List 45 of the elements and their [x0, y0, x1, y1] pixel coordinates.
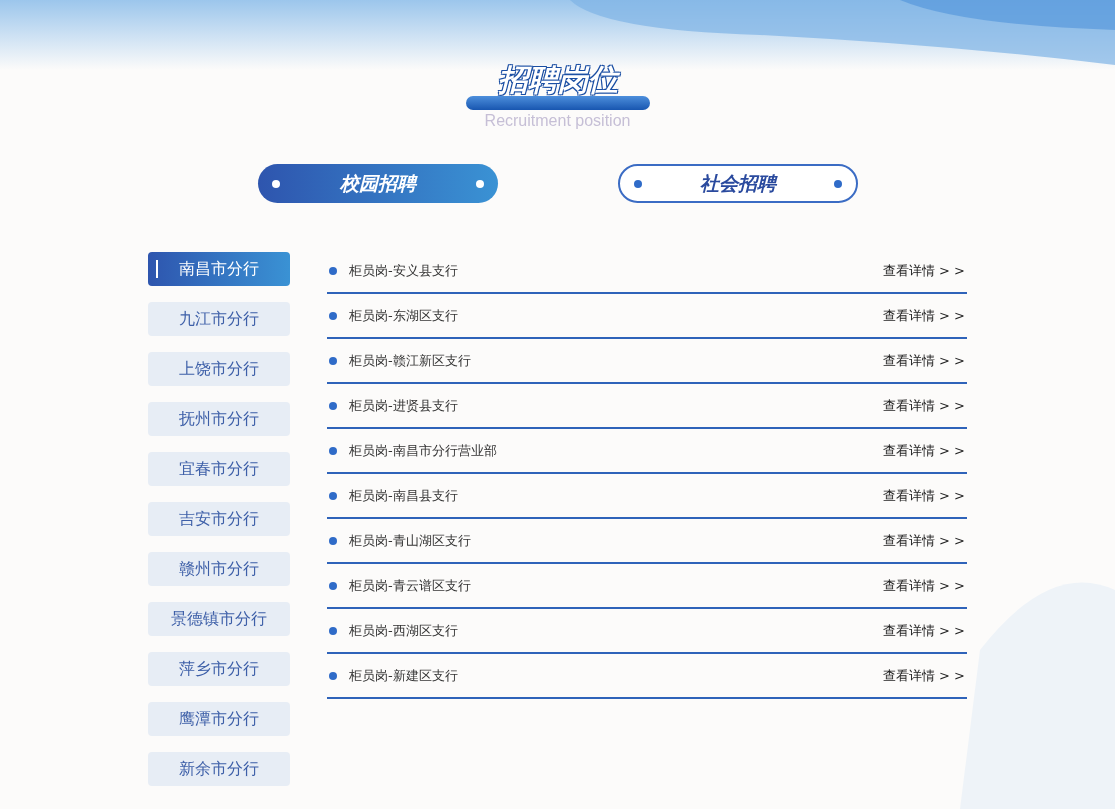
bullet-icon	[329, 356, 337, 365]
job-title: 柜员岗-青山湖区支行	[349, 531, 472, 550]
bullet-icon	[329, 581, 337, 590]
branch-tab[interactable]: 吉安市分行	[148, 502, 290, 536]
bullet-icon	[329, 626, 337, 635]
branch-tab[interactable]: 景德镇市分行	[148, 602, 290, 636]
job-title: 柜员岗-进贤县支行	[349, 396, 459, 415]
branch-tab[interactable]: 赣州市分行	[148, 552, 290, 586]
details-link[interactable]: 查看详情 > >	[882, 396, 965, 415]
branch-tab[interactable]: 新余市分行	[148, 752, 290, 786]
details-link[interactable]: 查看详情 > >	[882, 576, 965, 595]
job-title: 柜员岗-南昌县支行	[349, 486, 459, 505]
details-link[interactable]: 查看详情 > >	[882, 306, 965, 325]
job-title: 柜员岗-青云谱区支行	[349, 576, 472, 595]
job-title: 柜员岗-安义县支行	[349, 261, 459, 280]
branch-tab[interactable]: 鹰潭市分行	[148, 702, 290, 736]
section-subtitle: Recruitment position	[484, 112, 631, 130]
bullet-icon	[329, 536, 337, 545]
branch-tab[interactable]: 萍乡市分行	[148, 652, 290, 686]
job-title: 柜员岗-南昌市分行营业部	[349, 441, 498, 460]
job-title: 柜员岗-西湖区支行	[349, 621, 459, 640]
details-link[interactable]: 查看详情 > >	[882, 621, 965, 640]
branch-tab[interactable]: 上饶市分行	[148, 352, 290, 386]
details-link[interactable]: 查看详情 > >	[882, 261, 965, 280]
section-title: 招聘岗位	[493, 64, 622, 96]
job-title: 柜员岗-赣江新区支行	[349, 351, 472, 370]
recruitment-tab[interactable]: 校园招聘	[257, 164, 498, 203]
details-link[interactable]: 查看详情 > >	[882, 531, 965, 550]
details-link[interactable]: 查看详情 > >	[882, 666, 965, 685]
branch-tab[interactable]: 九江市分行	[148, 302, 290, 336]
bullet-icon	[329, 311, 337, 320]
details-link[interactable]: 查看详情 > >	[882, 441, 965, 460]
recruitment-tab[interactable]: 社会招聘	[617, 164, 858, 203]
branch-tab[interactable]: 南昌市分行	[148, 252, 290, 286]
bullet-icon	[329, 446, 337, 455]
bullet-icon	[329, 491, 337, 500]
details-link[interactable]: 查看详情 > >	[882, 351, 965, 370]
job-title: 柜员岗-东湖区支行	[349, 306, 459, 325]
bullet-icon	[329, 671, 337, 680]
details-link[interactable]: 查看详情 > >	[882, 486, 965, 505]
branch-tab[interactable]: 宜春市分行	[148, 452, 290, 486]
branch-tab[interactable]: 抚州市分行	[148, 402, 290, 436]
bullet-icon	[329, 401, 337, 410]
bullet-icon	[329, 266, 337, 275]
job-title: 柜员岗-新建区支行	[349, 666, 459, 685]
